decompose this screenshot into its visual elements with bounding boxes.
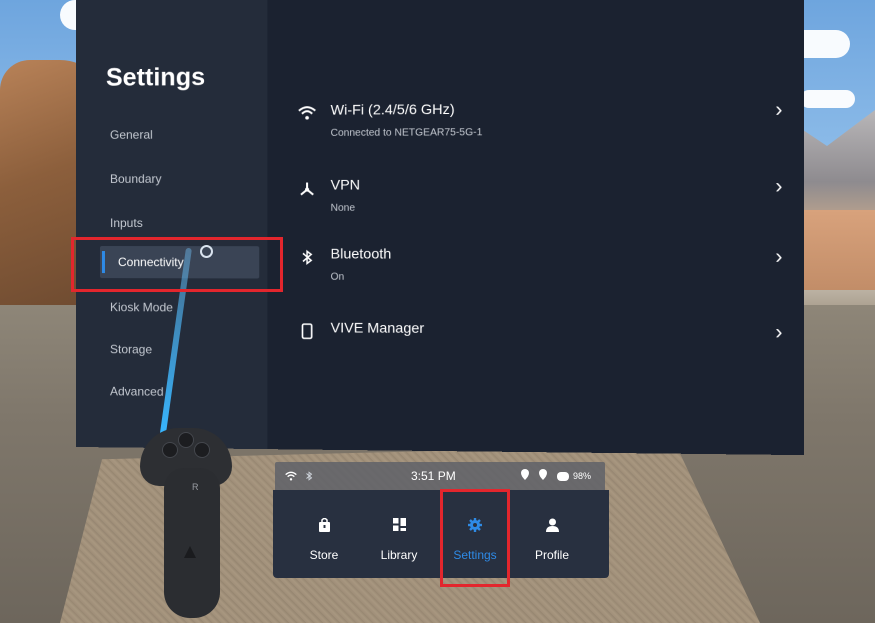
sidebar-item-general[interactable]: General: [110, 128, 153, 142]
sidebar-item-inputs[interactable]: Inputs: [110, 216, 143, 230]
dock-status-bar: 3:51 PM 98%: [275, 462, 605, 490]
bluetooth-icon: [305, 470, 313, 484]
wifi-row[interactable]: Wi-Fi (2.4/5/6 GHz) Connected to NETGEAR…: [296, 99, 787, 146]
bluetooth-icon: [296, 249, 318, 269]
vr-controller: R: [140, 428, 235, 618]
vpn-row[interactable]: VPN None ›: [296, 175, 787, 221]
location-pin-icon: [521, 469, 529, 483]
wifi-title: Wi-Fi (2.4/5/6 GHz): [330, 100, 455, 118]
vive-manager-title: VIVE Manager: [330, 319, 425, 336]
controller-button: [194, 442, 210, 458]
clock: 3:51 PM: [411, 469, 456, 483]
chevron-right-icon: ›: [775, 175, 783, 199]
cloud: [800, 90, 855, 108]
sidebar-item-kiosk-mode[interactable]: Kiosk Mode: [110, 300, 173, 314]
connectivity-highlight: [71, 237, 283, 292]
vpn-title: VPN: [330, 176, 361, 193]
wifi-icon: [285, 470, 297, 484]
vive-manager-row[interactable]: VIVE Manager ›: [296, 319, 787, 352]
dock-label-store: Store: [309, 548, 339, 562]
dock-item-store[interactable]: Store: [285, 490, 363, 578]
wifi-subtitle: Connected to NETGEAR75-5G-1: [330, 127, 483, 139]
chevron-right-icon: ›: [775, 245, 783, 269]
settings-dock-highlight: [440, 489, 510, 587]
sidebar-item-advanced[interactable]: Advanced: [110, 384, 164, 398]
chevron-right-icon: ›: [775, 321, 783, 345]
dock-item-profile[interactable]: Profile: [513, 490, 591, 578]
bluetooth-row[interactable]: Bluetooth On ›: [296, 245, 787, 291]
dock-label-profile: Profile: [534, 548, 569, 562]
chevron-right-icon: ›: [775, 98, 783, 122]
settings-panel: Settings General Boundary Inputs Connect…: [76, 0, 804, 456]
library-icon: [360, 518, 438, 535]
phone-icon: [296, 323, 318, 343]
vpn-subtitle: None: [330, 202, 356, 214]
dock-label-library: Library: [380, 548, 418, 562]
controller-label: R: [192, 482, 199, 492]
settings-title: Settings: [105, 62, 206, 92]
headset-icon: [557, 470, 569, 484]
store-icon: [285, 517, 363, 536]
bluetooth-subtitle: On: [330, 271, 345, 283]
controller-button: [178, 432, 194, 448]
wifi-icon: [296, 106, 318, 126]
bluetooth-title: Bluetooth: [330, 245, 392, 262]
sidebar-item-storage[interactable]: Storage: [110, 342, 152, 356]
controller-button: [162, 442, 178, 458]
location-pin-icon: [539, 469, 547, 483]
dock-item-library[interactable]: Library: [360, 490, 438, 578]
person-icon: [513, 518, 591, 536]
sidebar-item-boundary[interactable]: Boundary: [110, 172, 162, 186]
battery-level: 98%: [573, 471, 592, 481]
vpn-icon: [296, 180, 318, 200]
